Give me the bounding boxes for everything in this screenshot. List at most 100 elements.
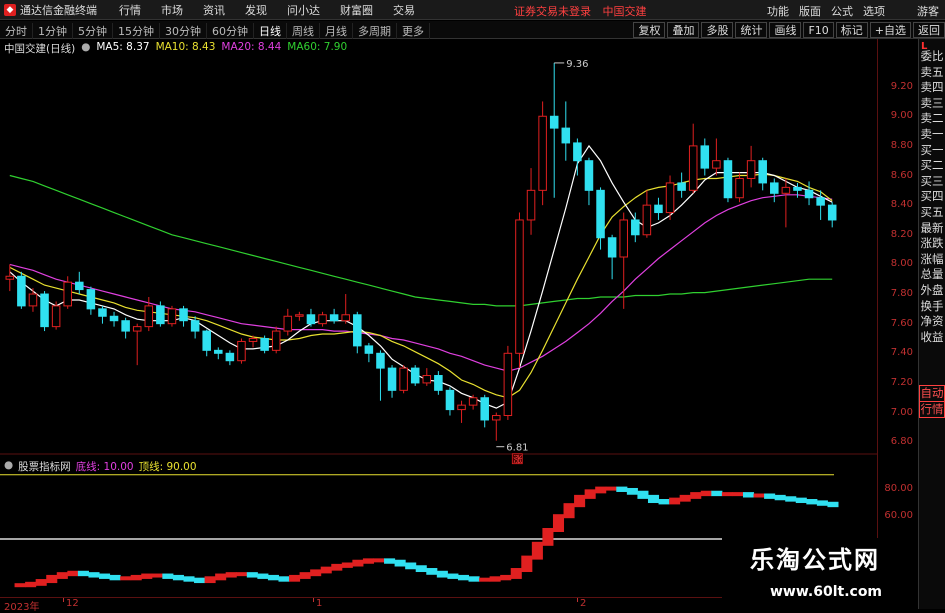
side-panel-item[interactable]: 涨幅: [919, 252, 945, 267]
candle-body[interactable]: [793, 186, 802, 191]
tool-button[interactable]: 标记: [835, 22, 868, 38]
candle-body[interactable]: [492, 415, 501, 421]
menu-item[interactable]: 问小达: [287, 2, 320, 18]
candle-body[interactable]: [468, 397, 478, 406]
candle-body[interactable]: [387, 367, 397, 391]
side-panel-item[interactable]: 卖一: [919, 127, 945, 142]
period-tab[interactable]: 15分钟: [113, 23, 160, 39]
candle-body[interactable]: [723, 160, 733, 199]
candle-body[interactable]: [51, 305, 61, 328]
period-tab[interactable]: 5分钟: [73, 23, 113, 39]
candle-body[interactable]: [573, 142, 582, 162]
side-panel-item[interactable]: 总量: [919, 267, 945, 282]
app-logo[interactable]: ◆ 通达信金融终端: [4, 2, 97, 18]
candle-body[interactable]: [248, 337, 258, 342]
candle-body[interactable]: [816, 197, 825, 206]
period-tab[interactable]: 30分钟: [160, 23, 207, 39]
candle-body[interactable]: [295, 314, 304, 317]
candle-body[interactable]: [109, 315, 119, 322]
menu-item[interactable]: 交易: [393, 2, 415, 18]
period-tab[interactable]: 周线: [287, 23, 320, 39]
candle-body[interactable]: [688, 145, 698, 191]
menu-item[interactable]: 行情: [119, 2, 141, 18]
candle-body[interactable]: [515, 219, 524, 354]
tool-button[interactable]: 画线: [769, 22, 802, 38]
candle-body[interactable]: [318, 314, 327, 325]
period-tab[interactable]: 多周期: [353, 23, 397, 39]
candle-body[interactable]: [156, 305, 165, 325]
candle-body[interactable]: [17, 275, 26, 307]
candle-body[interactable]: [237, 340, 246, 362]
period-tab[interactable]: 1分钟: [33, 23, 73, 39]
tool-button[interactable]: 叠加: [667, 22, 700, 38]
candle-body[interactable]: [758, 160, 767, 184]
period-tab[interactable]: 日线: [254, 23, 287, 39]
candle-body[interactable]: [781, 186, 791, 194]
candle-body[interactable]: [40, 293, 49, 328]
candle-body[interactable]: [329, 314, 339, 322]
candle-body[interactable]: [132, 326, 142, 332]
candle-body[interactable]: [538, 115, 547, 191]
candle-body[interactable]: [619, 219, 628, 258]
candle-body[interactable]: [190, 320, 200, 332]
settings-icon[interactable]: ●: [4, 459, 13, 474]
tool-button[interactable]: 统计: [735, 22, 768, 38]
candle-body[interactable]: [445, 389, 455, 411]
candle-body[interactable]: [98, 308, 107, 317]
candle-body[interactable]: [804, 189, 814, 199]
candle-body[interactable]: [503, 352, 513, 417]
right-menu-item[interactable]: 选项: [863, 3, 885, 19]
candle-body[interactable]: [700, 145, 710, 169]
side-panel-item[interactable]: 卖二: [919, 111, 945, 126]
candle-body[interactable]: [202, 330, 211, 351]
candle-body[interactable]: [86, 289, 96, 310]
candle-body[interactable]: [214, 349, 223, 354]
candle-body[interactable]: [283, 315, 293, 332]
candle-body[interactable]: [712, 160, 721, 169]
kline-chart[interactable]: 9.36 6.81涨: [0, 39, 877, 597]
candle-body[interactable]: [5, 275, 15, 280]
candle-body[interactable]: [341, 314, 350, 322]
side-panel-item[interactable]: 买二: [919, 158, 945, 173]
side-panel-item[interactable]: 卖五: [919, 65, 945, 80]
candle-body[interactable]: [376, 352, 385, 369]
candle-body[interactable]: [144, 305, 154, 328]
right-menu-item[interactable]: 游客: [917, 3, 939, 19]
right-menu-item[interactable]: 功能: [767, 3, 789, 19]
menu-item[interactable]: 发现: [245, 2, 267, 18]
period-tab[interactable]: 月线: [320, 23, 353, 39]
candle-body[interactable]: [665, 182, 675, 214]
candle-body[interactable]: [827, 204, 837, 221]
side-panel-item[interactable]: 委比: [919, 49, 945, 64]
candle-body[interactable]: [654, 204, 663, 214]
candle-body[interactable]: [631, 219, 640, 236]
candle-body[interactable]: [179, 308, 188, 322]
menu-item[interactable]: 资讯: [203, 2, 225, 18]
candle-body[interactable]: [410, 367, 420, 384]
period-tab[interactable]: 分时: [0, 23, 33, 39]
side-panel-item[interactable]: 收益: [919, 330, 945, 345]
side-panel-item[interactable]: 净资: [919, 314, 945, 329]
candle-body[interactable]: [353, 314, 362, 347]
candle-body[interactable]: [526, 189, 536, 221]
candle-body[interactable]: [271, 330, 281, 351]
candle-body[interactable]: [607, 237, 617, 258]
candle-body[interactable]: [306, 314, 316, 325]
right-menu-item[interactable]: 公式: [831, 3, 853, 19]
candle-body[interactable]: [770, 182, 779, 194]
candle-body[interactable]: [260, 337, 269, 351]
side-panel-item[interactable]: 最新: [919, 221, 945, 236]
auto-quote-button[interactable]: 自动: [919, 385, 945, 402]
candle-body[interactable]: [596, 189, 605, 239]
candle-body[interactable]: [549, 115, 559, 129]
candle-body[interactable]: [167, 308, 177, 325]
candle-body[interactable]: [434, 375, 443, 391]
candle-body[interactable]: [735, 177, 744, 199]
side-panel-item[interactable]: 买一: [919, 143, 945, 158]
trade-login-warning[interactable]: 证券交易未登录: [514, 5, 591, 18]
side-panel-item[interactable]: 买四: [919, 189, 945, 204]
tool-button[interactable]: 复权: [633, 22, 666, 38]
candle-body[interactable]: [364, 345, 374, 354]
period-tab[interactable]: 60分钟: [207, 23, 254, 39]
candle-body[interactable]: [28, 293, 38, 307]
